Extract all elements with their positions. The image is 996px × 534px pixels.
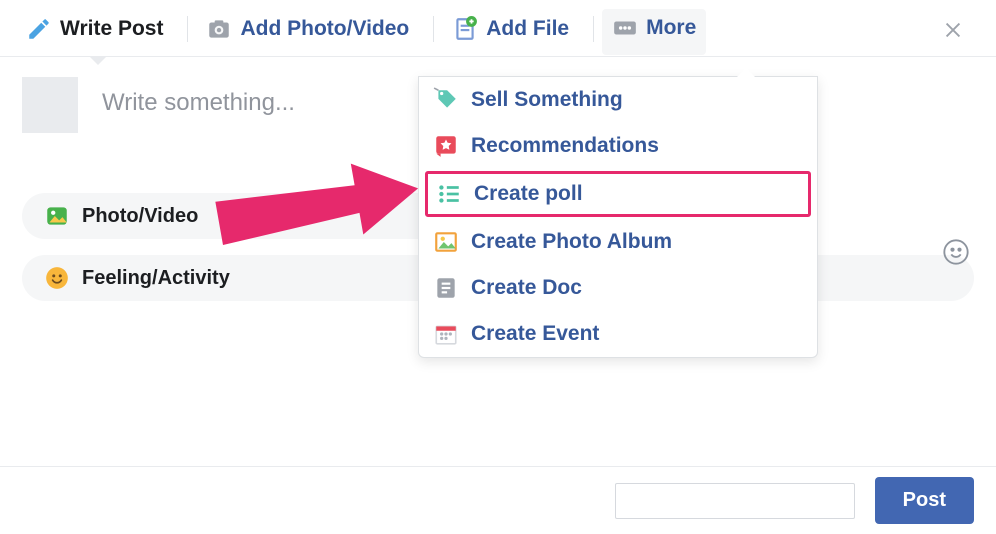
- pill-label: Photo/Video: [82, 205, 198, 228]
- camera-icon: [206, 16, 232, 42]
- tab-label: Add File: [486, 17, 569, 41]
- tab-label: Write Post: [60, 17, 163, 41]
- dropdown-label: Create Photo Album: [471, 230, 672, 254]
- emoji-picker-button[interactable]: [942, 238, 970, 266]
- composer-tabs: Write Post Add Photo/Video Add File More: [0, 0, 996, 57]
- photo-icon: [433, 229, 459, 255]
- separator: [187, 16, 188, 42]
- dropdown-item-create-doc[interactable]: Create Doc: [419, 265, 817, 311]
- dropdown-item-recommendations[interactable]: Recommendations: [419, 123, 817, 169]
- doc-icon: [433, 275, 459, 301]
- calendar-icon: [433, 321, 459, 347]
- dropdown-item-sell[interactable]: Sell Something: [419, 77, 817, 123]
- tab-add-file[interactable]: Add File: [442, 8, 585, 56]
- tab-add-photo-video[interactable]: Add Photo/Video: [196, 8, 425, 56]
- privacy-selector[interactable]: [615, 483, 855, 519]
- pill-label: Feeling/Activity: [82, 267, 230, 290]
- feeling-icon: [44, 265, 70, 291]
- more-dropdown: Sell Something Recommendations Create po…: [418, 76, 818, 358]
- annotation-arrow: [198, 148, 428, 268]
- dropdown-item-create-poll[interactable]: Create poll: [425, 171, 811, 217]
- smile-icon: [942, 238, 970, 266]
- dropdown-label: Sell Something: [471, 88, 623, 112]
- photo-icon: [44, 203, 70, 229]
- dropdown-label: Create Doc: [471, 276, 582, 300]
- close-icon: [942, 19, 964, 41]
- tab-label: Add Photo/Video: [240, 17, 409, 41]
- separator: [433, 16, 434, 42]
- more-icon: [612, 15, 638, 41]
- avatar: [22, 77, 78, 133]
- tag-icon: [433, 87, 459, 113]
- post-button[interactable]: Post: [875, 477, 974, 524]
- list-icon: [436, 181, 462, 207]
- tab-write-post[interactable]: Write Post: [16, 8, 179, 56]
- dropdown-item-create-album[interactable]: Create Photo Album: [419, 219, 817, 265]
- pencil-icon: [26, 16, 52, 42]
- compose-input[interactable]: Write something...: [78, 77, 319, 129]
- tab-more[interactable]: More: [602, 9, 706, 55]
- close-button[interactable]: [926, 11, 980, 54]
- dropdown-label: Create poll: [474, 182, 583, 206]
- dropdown-label: Recommendations: [471, 134, 659, 158]
- star-badge-icon: [433, 133, 459, 159]
- file-icon: [452, 16, 478, 42]
- separator: [593, 16, 594, 42]
- dropdown-label: Create Event: [471, 322, 599, 346]
- tab-label: More: [646, 16, 696, 40]
- composer-footer: Post: [0, 466, 996, 534]
- dropdown-item-create-event[interactable]: Create Event: [419, 311, 817, 357]
